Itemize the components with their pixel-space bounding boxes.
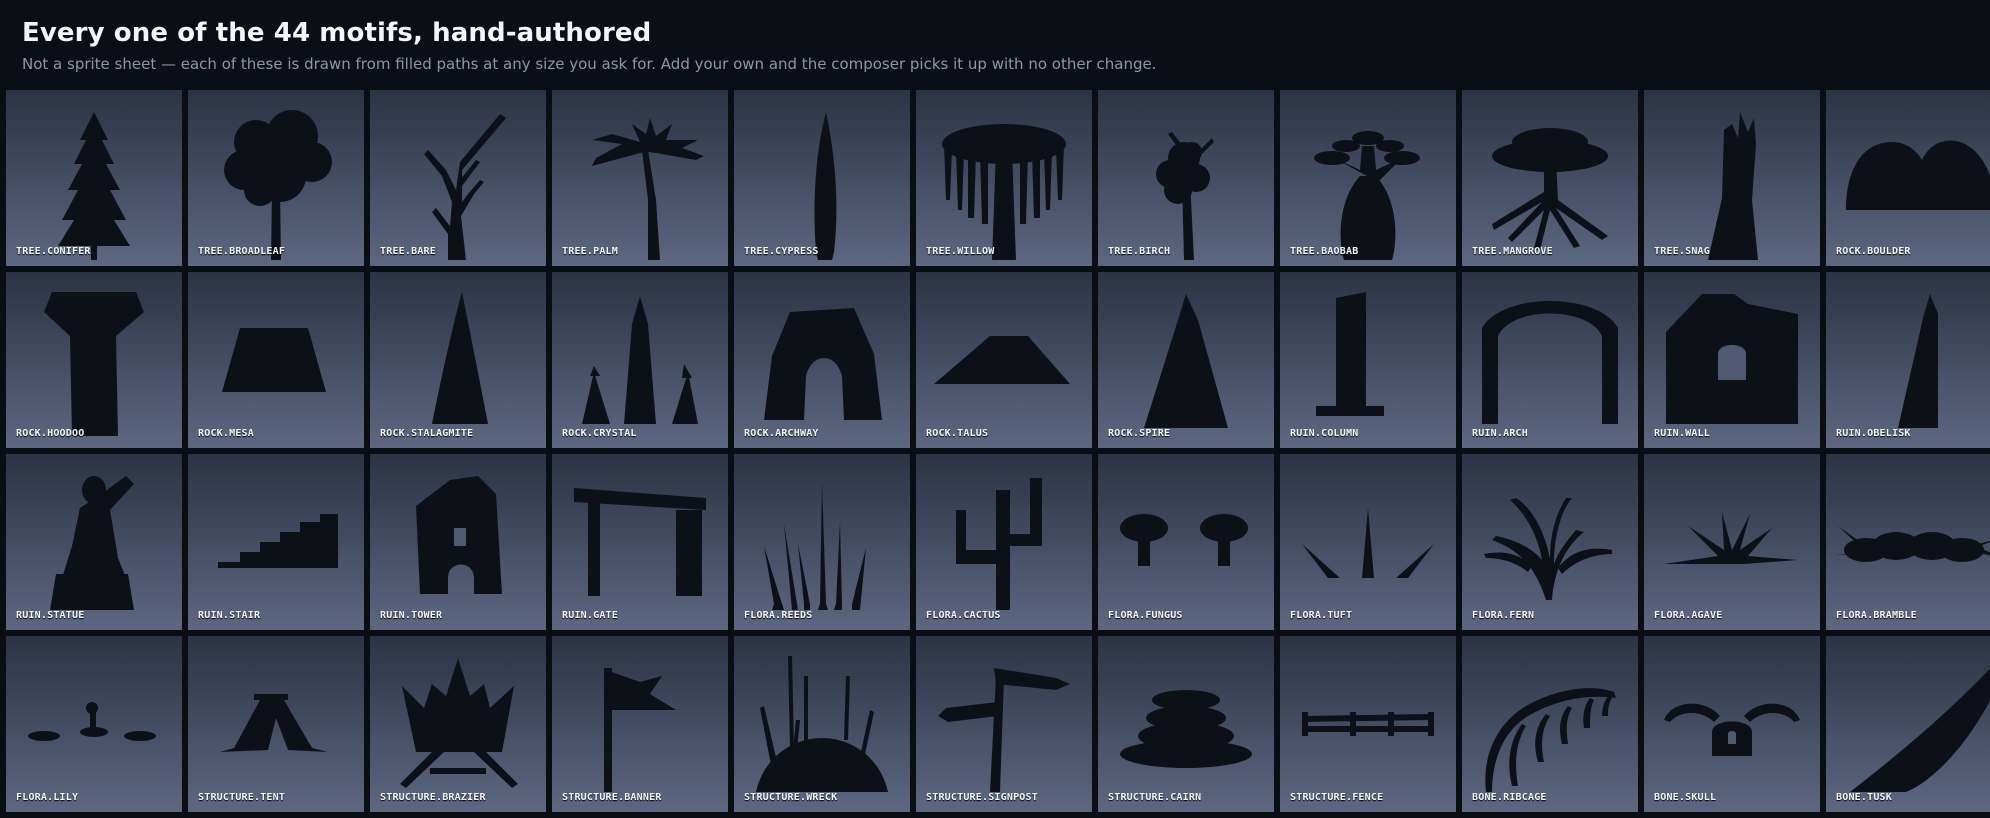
motif-label: ROCK.TALUS bbox=[926, 428, 989, 439]
motif-label: STRUCTURE.BRAZIER bbox=[380, 792, 486, 803]
motif-tile: TREE.BARE bbox=[370, 90, 546, 266]
motif-tile: TREE.SNAG bbox=[1644, 90, 1820, 266]
motif-tile: TREE.PALM bbox=[552, 90, 728, 266]
motif-tile: FLORA.FUNGUS bbox=[1098, 454, 1274, 630]
motif-tile: TREE.BIRCH bbox=[1098, 90, 1274, 266]
motif-tile: BONE.TUSK bbox=[1826, 636, 1990, 812]
motif-tile: STRUCTURE.TENT bbox=[188, 636, 364, 812]
motif-label: STRUCTURE.WRECK bbox=[744, 792, 838, 803]
motif-label: RUIN.STATUE bbox=[16, 610, 85, 621]
motif-tile: BONE.SKULL bbox=[1644, 636, 1820, 812]
motif-tile: STRUCTURE.WRECK bbox=[734, 636, 910, 812]
motif-label: FLORA.LILY bbox=[16, 792, 79, 803]
motif-tile: RUIN.STATUE bbox=[6, 454, 182, 630]
motif-tile: RUIN.COLUMN bbox=[1280, 272, 1456, 448]
page-title: Every one of the 44 motifs, hand-authore… bbox=[22, 18, 652, 48]
motif-tile: STRUCTURE.BRAZIER bbox=[370, 636, 546, 812]
motif-label: TREE.WILLOW bbox=[926, 246, 995, 257]
motif-label: FLORA.CACTUS bbox=[926, 610, 1001, 621]
page-header: Every one of the 44 motifs, hand-authore… bbox=[0, 0, 1990, 86]
motif-label: RUIN.TOWER bbox=[380, 610, 443, 621]
motif-tile: RUIN.STAIR bbox=[188, 454, 364, 630]
motif-label: TREE.CYPRESS bbox=[744, 246, 819, 257]
motif-tile: RUIN.GATE bbox=[552, 454, 728, 630]
motif-label: FLORA.BRAMBLE bbox=[1836, 610, 1917, 621]
motif-tile: RUIN.WALL bbox=[1644, 272, 1820, 448]
motif-tile: TREE.BAOBAB bbox=[1280, 90, 1456, 266]
motif-tile: TREE.CYPRESS bbox=[734, 90, 910, 266]
motif-label: ROCK.BOULDER bbox=[1836, 246, 1911, 257]
motif-tile: TREE.WILLOW bbox=[916, 90, 1092, 266]
motif-tile: FLORA.AGAVE bbox=[1644, 454, 1820, 630]
motif-tile: ROCK.STALAGMITE bbox=[370, 272, 546, 448]
motif-label: RUIN.COLUMN bbox=[1290, 428, 1359, 439]
motif-tile: ROCK.BOULDER bbox=[1826, 90, 1990, 266]
motif-label: RUIN.ARCH bbox=[1472, 428, 1528, 439]
motif-tile: TREE.BROADLEAF bbox=[188, 90, 364, 266]
motif-tile: STRUCTURE.SIGNPOST bbox=[916, 636, 1092, 812]
motif-tile: ROCK.TALUS bbox=[916, 272, 1092, 448]
motif-label: TREE.MANGROVE bbox=[1472, 246, 1553, 257]
motif-label: FLORA.AGAVE bbox=[1654, 610, 1723, 621]
motif-tile: ROCK.HOODOO bbox=[6, 272, 182, 448]
motif-label: ROCK.CRYSTAL bbox=[562, 428, 637, 439]
page-subtitle: Not a sprite sheet — each of these is dr… bbox=[22, 55, 1157, 73]
motif-label: TREE.BIRCH bbox=[1108, 246, 1171, 257]
motif-label: ROCK.HOODOO bbox=[16, 428, 85, 439]
motif-tile: RUIN.TOWER bbox=[370, 454, 546, 630]
motif-label: RUIN.OBELISK bbox=[1836, 428, 1911, 439]
motif-label: RUIN.STAIR bbox=[198, 610, 261, 621]
motif-label: STRUCTURE.CAIRN bbox=[1108, 792, 1202, 803]
motif-tile: ROCK.MESA bbox=[188, 272, 364, 448]
motif-tile: ROCK.CRYSTAL bbox=[552, 272, 728, 448]
motif-tile: TREE.CONIFER bbox=[6, 90, 182, 266]
motif-tile: TREE.MANGROVE bbox=[1462, 90, 1638, 266]
motif-label: STRUCTURE.FENCE bbox=[1290, 792, 1384, 803]
motif-label: TREE.BARE bbox=[380, 246, 436, 257]
motif-label: FLORA.REEDS bbox=[744, 610, 813, 621]
motif-label: RUIN.WALL bbox=[1654, 428, 1710, 439]
motif-label: FLORA.FERN bbox=[1472, 610, 1535, 621]
motif-tile: FLORA.REEDS bbox=[734, 454, 910, 630]
motif-label: TREE.SNAG bbox=[1654, 246, 1710, 257]
motif-label: ROCK.SPIRE bbox=[1108, 428, 1171, 439]
motif-tile: RUIN.OBELISK bbox=[1826, 272, 1990, 448]
motif-label: ROCK.STALAGMITE bbox=[380, 428, 474, 439]
motif-label: BONE.SKULL bbox=[1654, 792, 1717, 803]
motif-label: FLORA.FUNGUS bbox=[1108, 610, 1183, 621]
motif-label: BONE.RIBCAGE bbox=[1472, 792, 1547, 803]
motif-tile: STRUCTURE.FENCE bbox=[1280, 636, 1456, 812]
motif-label: TREE.PALM bbox=[562, 246, 618, 257]
motif-tile: FLORA.BRAMBLE bbox=[1826, 454, 1990, 630]
motif-label: RUIN.GATE bbox=[562, 610, 618, 621]
motif-tile: FLORA.CACTUS bbox=[916, 454, 1092, 630]
motif-tile: FLORA.FERN bbox=[1462, 454, 1638, 630]
motif-label: TREE.BROADLEAF bbox=[198, 246, 286, 257]
motif-tile: STRUCTURE.CAIRN bbox=[1098, 636, 1274, 812]
motif-tile: BONE.RIBCAGE bbox=[1462, 636, 1638, 812]
motif-tile: FLORA.LILY bbox=[6, 636, 182, 812]
motif-label: TREE.BAOBAB bbox=[1290, 246, 1359, 257]
motif-label: TREE.CONIFER bbox=[16, 246, 91, 257]
motif-label: ROCK.ARCHWAY bbox=[744, 428, 819, 439]
motif-label: STRUCTURE.BANNER bbox=[562, 792, 662, 803]
motif-tile: RUIN.ARCH bbox=[1462, 272, 1638, 448]
motif-tile: ROCK.SPIRE bbox=[1098, 272, 1274, 448]
motif-grid: TREE.CONIFER TREE.BROADLEAF TREE.BARE TREE.… bbox=[6, 90, 1990, 812]
motif-label: STRUCTURE.TENT bbox=[198, 792, 286, 803]
motif-tile: STRUCTURE.BANNER bbox=[552, 636, 728, 812]
motif-tile: ROCK.ARCHWAY bbox=[734, 272, 910, 448]
motif-label: FLORA.TUFT bbox=[1290, 610, 1353, 621]
motif-label: BONE.TUSK bbox=[1836, 792, 1892, 803]
motif-tile: FLORA.TUFT bbox=[1280, 454, 1456, 630]
motif-label: ROCK.MESA bbox=[198, 428, 254, 439]
motif-label: STRUCTURE.SIGNPOST bbox=[926, 792, 1038, 803]
